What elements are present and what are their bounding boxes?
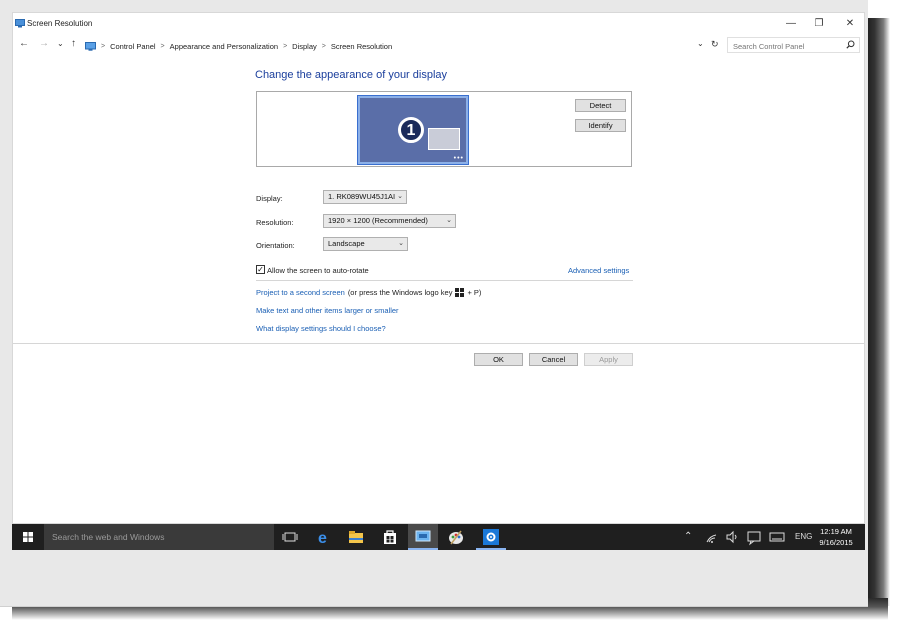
- breadcrumb-separator: >: [160, 42, 165, 50]
- start-tiles-icon: [428, 128, 460, 150]
- display-settings-icon: [15, 19, 25, 28]
- task-view-icon[interactable]: [280, 527, 300, 547]
- search-input[interactable]: [731, 39, 845, 53]
- action-center-icon[interactable]: [744, 527, 764, 547]
- ok-button[interactable]: OK: [474, 353, 523, 366]
- taskbar-dots-icon: •••: [453, 155, 464, 162]
- close-button[interactable]: ✕: [835, 16, 865, 32]
- windows-start-icon: [23, 532, 33, 542]
- screen-resolution-window: Screen Resolution — ❐ ✕ ← → ⌄ ↑ > Contro…: [12, 12, 865, 524]
- project-row: Project to a second screen (or press the…: [256, 288, 481, 297]
- page-shadow-right: [868, 18, 890, 606]
- display-help-link[interactable]: What display settings should I choose?: [256, 324, 386, 333]
- breadcrumb-appearance[interactable]: Appearance and Personalization: [170, 42, 278, 51]
- search-box: [727, 37, 860, 53]
- store-icon[interactable]: [380, 527, 400, 547]
- minimize-button[interactable]: —: [776, 16, 806, 32]
- chevron-down-icon: ⌄: [446, 217, 452, 224]
- maximize-button[interactable]: ❐: [804, 16, 834, 32]
- auto-rotate-label: Allow the screen to auto-rotate: [267, 266, 369, 275]
- clock-time: 12:19 AM: [820, 527, 852, 536]
- resolution-label: Resolution:: [256, 218, 294, 227]
- breadcrumb-separator: >: [283, 42, 288, 50]
- breadcrumb-separator: >: [321, 42, 326, 50]
- text-size-link[interactable]: Make text and other items larger or smal…: [256, 306, 399, 315]
- address-dropdown-icon[interactable]: ⌄: [697, 38, 704, 50]
- settings-gear-icon: [483, 529, 499, 545]
- start-button[interactable]: [12, 524, 44, 550]
- breadcrumb: > Control Panel > Appearance and Persona…: [85, 39, 392, 53]
- project-hint-end: + P): [467, 288, 482, 297]
- svg-text:e: e: [318, 530, 327, 547]
- language-indicator[interactable]: ENG: [795, 524, 812, 550]
- section-divider: [256, 280, 633, 281]
- resolution-value: 1920 × 1200 (Recommended): [328, 216, 428, 225]
- chevron-down-icon: ⌄: [398, 240, 404, 247]
- orientation-value: Landscape: [328, 239, 365, 248]
- recent-locations-icon[interactable]: ⌄: [57, 38, 64, 50]
- taskbar-item-control-panel[interactable]: [408, 524, 438, 550]
- monitor-number: 1: [398, 117, 424, 143]
- forward-arrow-icon[interactable]: →: [39, 38, 49, 50]
- cancel-button[interactable]: Cancel: [529, 353, 578, 366]
- breadcrumb-separator: >: [101, 42, 106, 50]
- resolution-select[interactable]: 1920 × 1200 (Recommended) ⌄: [323, 214, 456, 228]
- display-select[interactable]: 1. RK089WU45J1AI ⌄: [323, 190, 407, 204]
- advanced-settings-link[interactable]: Advanced settings: [568, 266, 629, 275]
- show-hidden-icons-icon[interactable]: ⌃: [684, 524, 692, 550]
- control-panel-icon: [85, 41, 96, 51]
- identify-button[interactable]: Identify: [575, 119, 626, 132]
- edge-browser-icon[interactable]: e: [314, 527, 334, 547]
- page-title: Change the appearance of your display: [255, 69, 448, 81]
- project-hint-text: (or press the Windows logo key: [347, 288, 453, 297]
- taskbar-clock[interactable]: 12:19 AM 9/16/2015: [816, 526, 856, 548]
- refresh-icon[interactable]: ↻: [711, 38, 719, 50]
- project-second-screen-link[interactable]: Project to a second screen: [256, 288, 345, 297]
- search-icon[interactable]: [846, 40, 855, 49]
- breadcrumb-control-panel[interactable]: Control Panel: [110, 42, 155, 51]
- taskbar: Search the web and Windows e ⌃ ENG 12:19…: [12, 524, 865, 550]
- keyboard-icon[interactable]: [767, 527, 787, 547]
- taskbar-search-box[interactable]: Search the web and Windows: [44, 524, 274, 550]
- breadcrumb-screen-resolution[interactable]: Screen Resolution: [331, 42, 392, 51]
- orientation-label: Orientation:: [256, 241, 295, 250]
- footer-divider: [13, 343, 864, 344]
- desktop-screen: Screen Resolution — ❐ ✕ ← → ⌄ ↑ > Contro…: [0, 0, 868, 607]
- wifi-icon[interactable]: [702, 527, 722, 547]
- windows-logo-icon: [455, 288, 465, 297]
- display-label: Display:: [256, 194, 283, 203]
- detect-button[interactable]: Detect: [575, 99, 626, 112]
- chevron-down-icon: ⌄: [397, 193, 403, 200]
- paint-app-icon[interactable]: [446, 527, 466, 547]
- display-preview-panel: 1 ••• Detect Identify: [256, 91, 632, 167]
- monitor-thumbnail[interactable]: 1 •••: [357, 95, 469, 165]
- apply-button[interactable]: Apply: [584, 353, 633, 366]
- control-panel-icon: [415, 530, 431, 542]
- address-bar: ← → ⌄ ↑ > Control Panel > Appearance and…: [13, 35, 864, 55]
- back-arrow-icon[interactable]: ←: [19, 38, 29, 50]
- title-bar: Screen Resolution — ❐ ✕: [13, 13, 864, 35]
- file-explorer-icon[interactable]: [346, 527, 366, 547]
- window-title: Screen Resolution: [27, 19, 93, 28]
- up-arrow-icon[interactable]: ↑: [71, 38, 76, 50]
- display-value: 1. RK089WU45J1AI: [328, 192, 396, 201]
- auto-rotate-checkbox[interactable]: ✓: [256, 265, 265, 274]
- volume-icon[interactable]: [722, 527, 742, 547]
- breadcrumb-display[interactable]: Display: [292, 42, 317, 51]
- taskbar-item-settings[interactable]: [476, 524, 506, 550]
- orientation-select[interactable]: Landscape ⌄: [323, 237, 408, 251]
- clock-date: 9/16/2015: [819, 538, 853, 547]
